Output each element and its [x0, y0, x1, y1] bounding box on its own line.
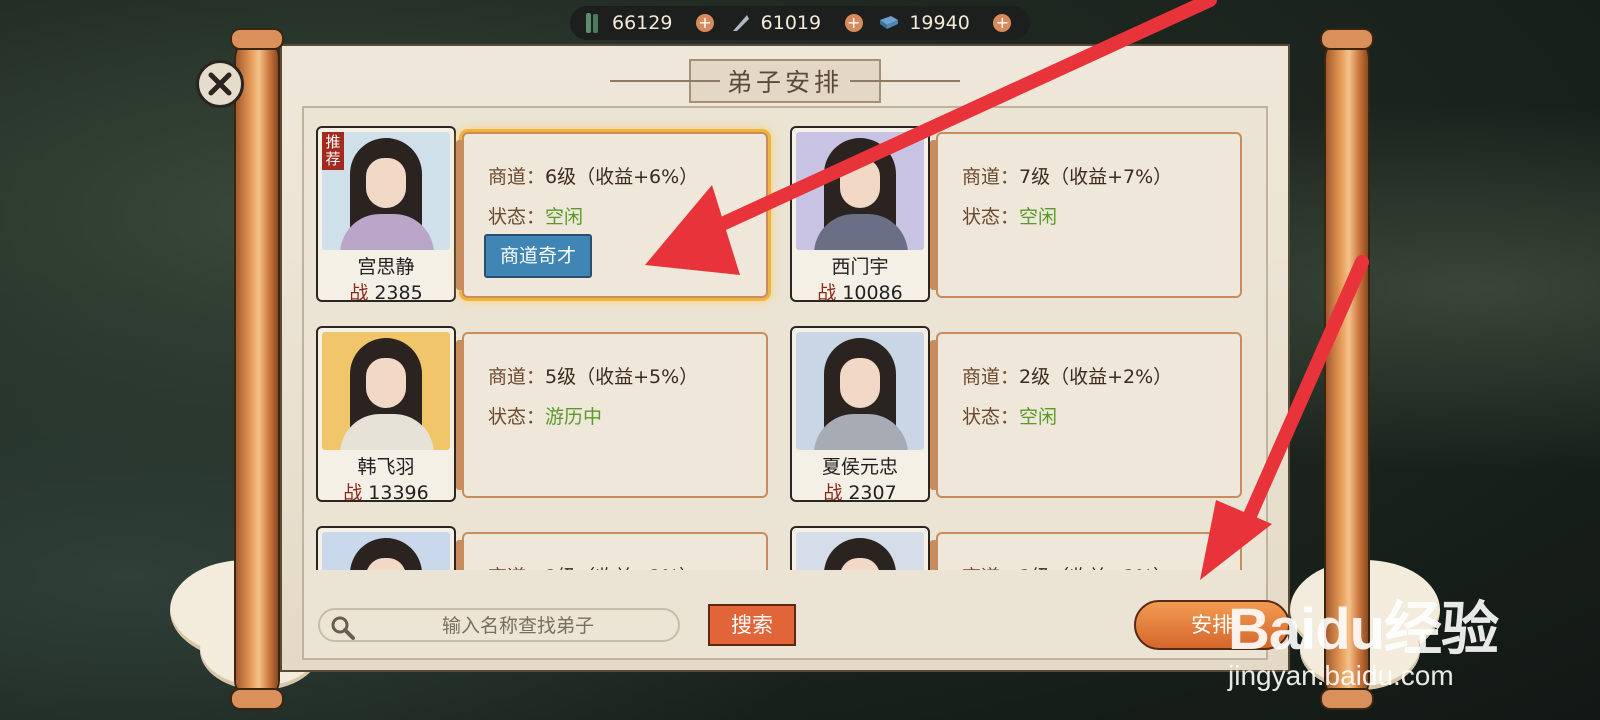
watermark-logo: Baidu经验: [1228, 597, 1499, 662]
annotation-arrow-line-2: [1241, 255, 1369, 527]
annotation-arrowhead-1: [645, 185, 740, 275]
baidu-watermark: Baidu经验 jingyan.baidu.com: [1228, 582, 1499, 692]
annotation-arrow-line-1: [713, 0, 1217, 232]
annotation-arrowhead-2: [1200, 500, 1272, 580]
